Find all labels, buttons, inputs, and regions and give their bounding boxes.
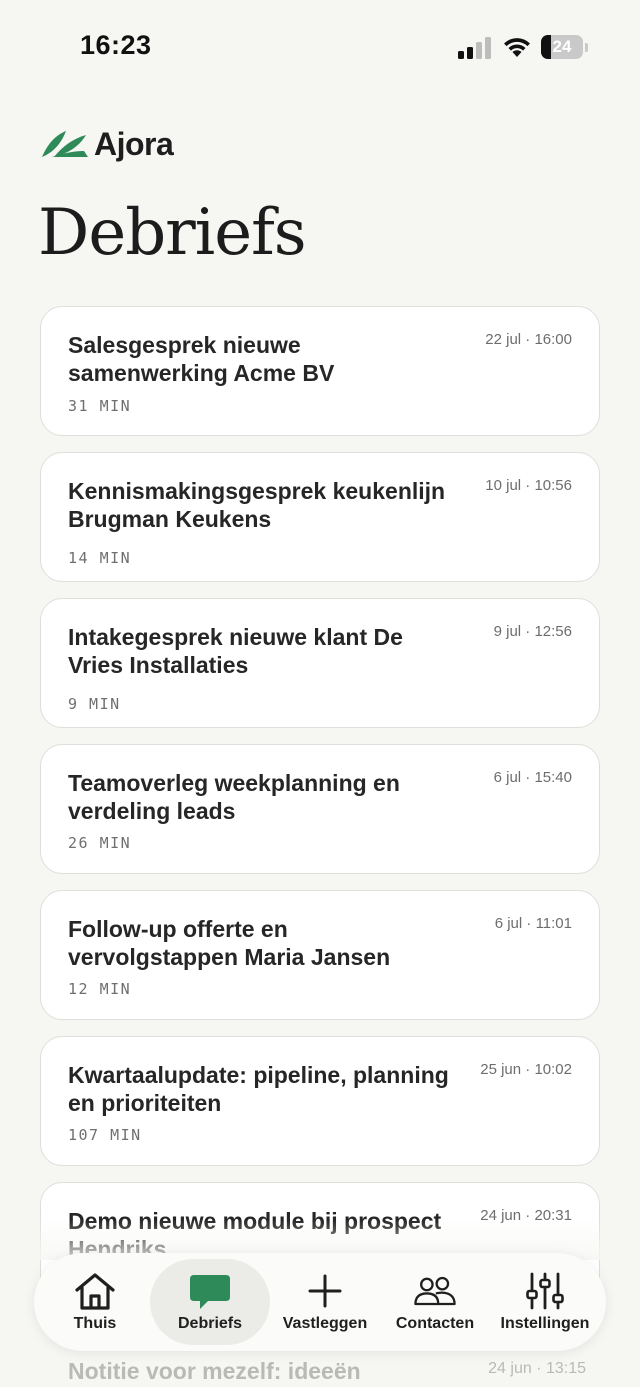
debrief-date: 6 jul · 11:01 <box>494 915 572 932</box>
house-icon <box>75 1273 115 1310</box>
sliders-icon <box>526 1272 564 1310</box>
debrief-date: 25 jun · 10:02 <box>480 1061 572 1078</box>
debrief-date: 6 jul · 15:40 <box>493 769 572 786</box>
cellular-signal-icon <box>458 37 491 59</box>
list-item-peek[interactable]: Notitie voor mezelf: ideeën 24 jun · 13:… <box>34 1352 606 1387</box>
debrief-card[interactable]: Intakegesprek nieuwe klant De Vries Inst… <box>40 598 600 728</box>
nav-label: Contacten <box>395 1315 475 1332</box>
nav-label: Instellingen <box>500 1315 590 1332</box>
page-title: Debriefs <box>38 196 307 270</box>
debrief-title: Kwartaalupdate: pipeline, planning en pr… <box>68 1062 449 1116</box>
nav-item-contacten[interactable]: Contacten <box>380 1259 490 1345</box>
status-time: 16:23 <box>80 30 152 60</box>
status-bar: 16:23 24 <box>0 0 640 96</box>
debrief-card[interactable]: Kennismakingsgesprek keukenlijn Brugman … <box>40 452 600 582</box>
nav-item-thuis[interactable]: Thuis <box>40 1259 150 1345</box>
debrief-duration: 14 MIN <box>68 549 132 567</box>
nav-label: Vastleggen <box>282 1315 368 1332</box>
debrief-card[interactable]: Follow-up offerte en vervolgstappen Mari… <box>40 890 600 1020</box>
plus-icon <box>308 1274 342 1308</box>
debrief-card[interactable]: Kwartaalupdate: pipeline, planning en pr… <box>40 1036 600 1166</box>
chat-bubble-icon <box>190 1275 230 1309</box>
wifi-icon <box>504 38 530 57</box>
debrief-date: 9 jul · 12:56 <box>493 623 572 640</box>
debrief-duration: 31 MIN <box>68 397 132 415</box>
debrief-title: Kennismakingsgesprek keukenlijn Brugman … <box>68 478 446 532</box>
debrief-date: 10 jul · 10:56 <box>485 477 572 494</box>
peek-date: 24 jun · 13:15 <box>488 1360 586 1377</box>
nav-label: Debriefs <box>177 1315 243 1332</box>
debrief-card[interactable]: Teamoverleg weekplanning en verdeling le… <box>40 744 600 874</box>
people-icon <box>414 1276 456 1306</box>
debrief-duration: 107 MIN <box>68 1126 142 1144</box>
nav-item-vastleggen[interactable]: Vastleggen <box>270 1259 380 1345</box>
peek-title: Notitie voor mezelf: ideeën <box>68 1358 361 1384</box>
leaf-logo-icon <box>42 131 88 157</box>
nav-label: Thuis <box>73 1315 117 1332</box>
battery-indicator: 24 <box>541 35 583 59</box>
battery-level: 24 <box>552 37 572 56</box>
nav-item-instellingen[interactable]: Instellingen <box>490 1259 600 1345</box>
debrief-card[interactable]: Salesgesprek nieuwe samenwerking Acme BV… <box>40 306 600 436</box>
battery-cap <box>585 43 588 52</box>
debrief-title: Intakegesprek nieuwe klant De Vries Inst… <box>68 624 403 678</box>
bottom-nav: Thuis Debriefs Vastleggen Contacten Inst… <box>34 1253 606 1351</box>
debrief-duration: 12 MIN <box>68 980 132 998</box>
debrief-title: Follow-up offerte en vervolgstappen Mari… <box>68 916 391 970</box>
nav-item-debriefs[interactable]: Debriefs <box>150 1259 270 1345</box>
debrief-date: 22 jul · 16:00 <box>485 331 572 348</box>
debrief-duration: 26 MIN <box>68 834 132 852</box>
debrief-title: Teamoverleg weekplanning en verdeling le… <box>68 770 400 824</box>
debrief-duration: 9 MIN <box>68 695 121 713</box>
brand-logo: Ajora <box>40 124 174 164</box>
brand-name: Ajora <box>94 125 174 162</box>
debrief-title: Salesgesprek nieuwe samenwerking Acme BV <box>68 332 335 386</box>
